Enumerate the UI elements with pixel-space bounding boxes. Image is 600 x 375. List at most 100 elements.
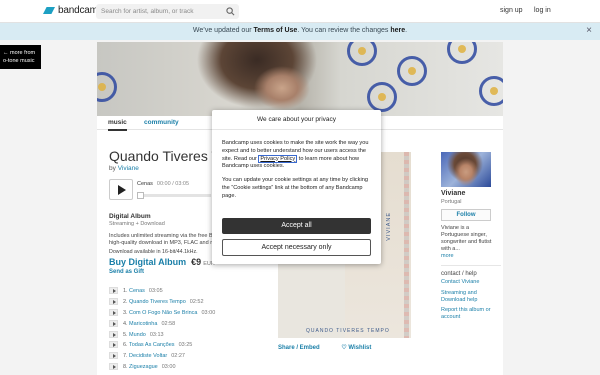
track-duration: 02:58: [161, 320, 176, 327]
track-play-button[interactable]: [109, 330, 118, 338]
track-title: Cenas: [129, 288, 145, 294]
share-embed-link[interactable]: Share / Embed: [278, 345, 320, 351]
banner-text: We’ve updated our Terms of Use. You can …: [0, 27, 600, 34]
cookie-dialog-body: Bandcamp uses cookies to make the site w…: [222, 140, 372, 207]
banner-text-pre: We’ve updated our: [192, 27, 254, 34]
more-from-line1: ← more from: [3, 50, 36, 56]
track-row: 8. Ziguezague 03:00: [109, 362, 259, 372]
contact-artist-link[interactable]: Contact Viviane: [441, 279, 501, 286]
report-album-link[interactable]: Report this album or account: [441, 307, 501, 321]
cookie-paragraph-1: Bandcamp uses cookies to make the site w…: [222, 140, 372, 171]
follow-button[interactable]: Follow: [441, 209, 491, 221]
track-title-link[interactable]: Maricotinha 02:58: [129, 321, 175, 327]
track-title-link[interactable]: Com O Fogo Não Se Brinca 03:00: [129, 310, 215, 316]
digital-album-section: Digital Album Streaming + Download Inclu…: [109, 213, 213, 255]
track-play-button[interactable]: [109, 308, 118, 316]
play-button[interactable]: [109, 179, 133, 200]
by-line: by Viviane: [109, 165, 139, 172]
track-title: Com O Fogo Não Se Brinca: [129, 309, 198, 316]
track-title-link[interactable]: Mundo 03:13: [129, 332, 164, 338]
search-box: [96, 4, 239, 19]
buy-row: Buy Digital Album €9 EUR: [109, 257, 215, 267]
digital-album-description: Includes unlimited streaming via the fre…: [109, 233, 213, 247]
cookie-dialog-title: We care about your privacy: [212, 110, 381, 130]
price: €9: [191, 257, 202, 267]
review-changes-link[interactable]: here: [390, 27, 405, 34]
terms-banner: We’ve updated our Terms of Use. You can …: [0, 23, 600, 40]
more-from-line2: o-tone music: [3, 58, 35, 64]
track-title: Todas As Canções: [129, 342, 175, 349]
track-play-button[interactable]: [109, 319, 118, 327]
buy-digital-album-link[interactable]: Buy Digital Album: [109, 257, 186, 267]
track-row: 4. Maricotinha 02:58: [109, 319, 259, 329]
track-row: 2. Quando Tiveres Tempo 02:52: [109, 297, 259, 307]
log-in-link[interactable]: log in: [534, 7, 551, 14]
track-title: Mundo: [129, 331, 146, 338]
track-duration: 03:05: [148, 288, 163, 294]
track-title: Maricotinha: [129, 320, 158, 327]
contact-help-heading: contact / help: [441, 265, 501, 277]
track-play-button[interactable]: [109, 287, 118, 294]
progress-handle[interactable]: [137, 192, 144, 199]
digital-album-heading: Digital Album: [109, 213, 151, 220]
track-number: 8.: [123, 364, 128, 371]
track-title: Ziguezague: [129, 364, 158, 371]
close-icon[interactable]: ×: [586, 26, 592, 36]
track-duration: 03:00: [201, 309, 216, 316]
artist-bio: Viviane is a Portuguese singer, songwrit…: [441, 225, 493, 260]
wishlist-link[interactable]: ♡ Wishlist: [341, 345, 371, 351]
progress-bar[interactable]: [137, 192, 211, 199]
accept-all-button[interactable]: Accept all: [222, 218, 371, 234]
track-row: 7. Decidiste Voltar 02:27: [109, 351, 259, 361]
track-duration: 02:27: [171, 353, 185, 360]
track-row: 3. Com O Fogo Não Se Brinca 03:00: [109, 308, 259, 318]
accept-necessary-button[interactable]: Accept necessary only: [222, 239, 371, 256]
artist-name[interactable]: Viviane: [441, 190, 465, 197]
send-as-gift-link[interactable]: Send as Gift: [109, 269, 144, 275]
download-info: Download available in 16-bit/44.1kHz.: [109, 249, 198, 255]
track-number: 1.: [123, 288, 128, 294]
track-duration: 03:25: [178, 342, 193, 349]
search-icon[interactable]: [226, 7, 235, 16]
now-playing-title: Cenas: [137, 181, 153, 187]
track-title: Quando Tiveres Tempo: [129, 298, 186, 305]
track-play-button[interactable]: [109, 352, 118, 360]
track-play-button[interactable]: [109, 341, 118, 349]
bandcamp-logo-icon: [43, 7, 55, 14]
track-title-link[interactable]: Cenas 03:05: [129, 288, 163, 294]
track-row: 6. Todas As Canções 03:25: [109, 340, 259, 350]
track-row: 5. Mundo 03:13: [109, 330, 259, 340]
artist-photo[interactable]: [441, 152, 491, 187]
bio-more-link[interactable]: more: [441, 253, 493, 260]
track-duration: 03:13: [149, 331, 164, 338]
streaming-download-help-link[interactable]: Streaming and Download help: [441, 290, 501, 304]
digital-desc-line1: Includes unlimited streaming via the fre…: [109, 233, 213, 239]
track-title-link[interactable]: Quando Tiveres Tempo 02:52: [129, 299, 204, 305]
sign-up-link[interactable]: sign up: [500, 7, 523, 14]
more-from-label-link[interactable]: ← more from o-tone music: [0, 45, 41, 69]
track-play-button[interactable]: [109, 363, 118, 371]
bandcamp-logo[interactable]: bandcamp: [43, 5, 103, 16]
track-title-link[interactable]: Decidiste Voltar 02:27: [129, 353, 185, 359]
banner-text-mid: . You can review the changes: [297, 27, 391, 34]
track-play-button[interactable]: [109, 297, 118, 305]
cover-stripe: [404, 152, 409, 338]
search-input[interactable]: [96, 4, 221, 19]
digital-desc-line2: high-quality download in MP3, FLAC and m…: [109, 240, 213, 246]
terms-of-use-link[interactable]: Terms of Use: [253, 27, 297, 34]
artist-link[interactable]: Viviane: [118, 165, 139, 172]
track-number: 3.: [123, 309, 128, 316]
cover-artist-text: VIVIANE: [386, 212, 392, 241]
track-title-link[interactable]: Ziguezague 03:00: [129, 364, 176, 370]
digital-album-subheading: Streaming + Download: [109, 221, 165, 227]
track-number: 5.: [123, 331, 128, 338]
track-list: 1. Cenas 03:05 2. Quando Tiveres Tempo 02:52 3…: [109, 286, 259, 373]
track-duration: 02:52: [189, 298, 204, 305]
privacy-policy-link[interactable]: Privacy Policy: [258, 154, 298, 163]
track-title-link[interactable]: Todas As Canções 03:25: [129, 342, 192, 348]
now-playing: Cenas 00:00 / 03:05: [137, 181, 189, 187]
track-duration: 03:00: [161, 364, 176, 371]
cover-title-text: QUANDO TIVERES TEMPO: [306, 328, 390, 334]
audio-player: Cenas 00:00 / 03:05: [109, 179, 211, 203]
track-title: Decidiste Voltar: [129, 353, 168, 360]
